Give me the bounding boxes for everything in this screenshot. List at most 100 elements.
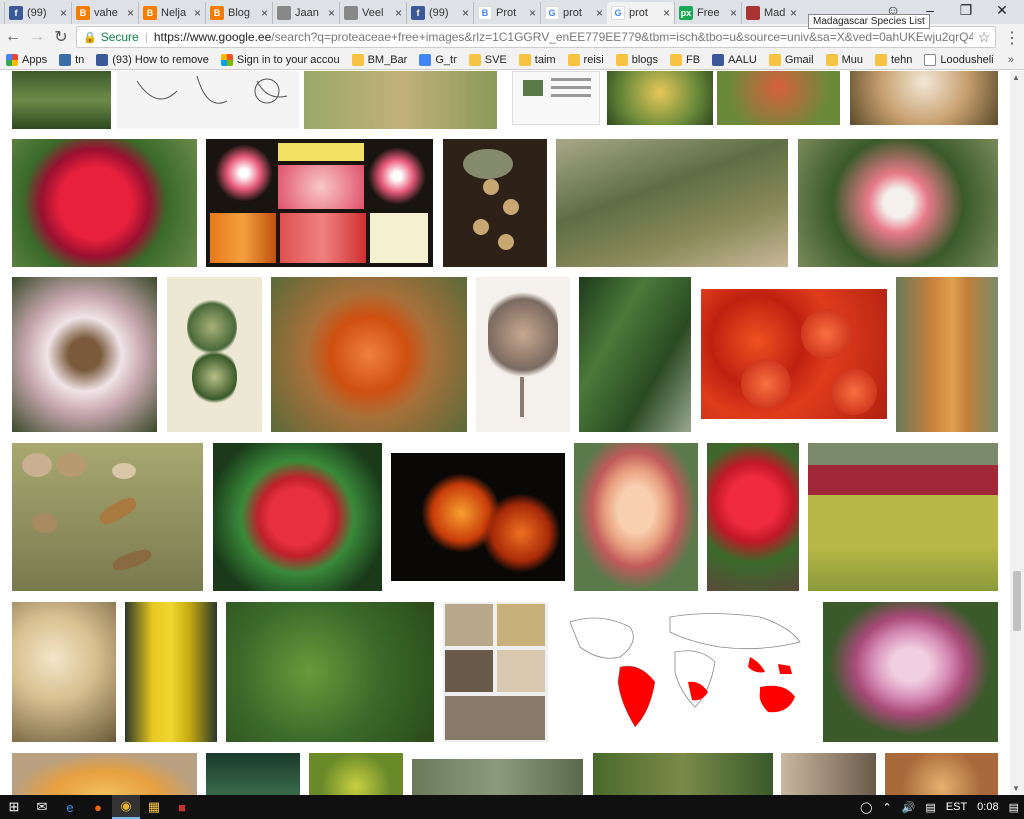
- app-icon[interactable]: ■: [168, 795, 196, 819]
- tab[interactable]: Bvahe ×: [71, 2, 138, 24]
- image-result[interactable]: [781, 753, 876, 795]
- image-result[interactable]: [808, 443, 998, 591]
- image-result[interactable]: [309, 753, 403, 795]
- bookmark-item[interactable]: blogs: [615, 53, 658, 66]
- bookmark-item[interactable]: reisi: [567, 53, 604, 66]
- bookmark-item[interactable]: BM_Bar: [351, 53, 407, 66]
- network-icon[interactable]: ▤: [925, 801, 935, 814]
- bookmark-item[interactable]: Apps: [6, 53, 47, 66]
- image-result[interactable]: [12, 139, 197, 267]
- menu-dots-icon[interactable]: ⋮: [1004, 28, 1020, 48]
- scroll-up-arrow-icon[interactable]: ▲: [1012, 73, 1020, 82]
- image-result[interactable]: [12, 602, 116, 742]
- edge-browser-icon[interactable]: e: [56, 795, 84, 819]
- bookmark-item[interactable]: Gmail: [768, 53, 814, 66]
- image-result[interactable]: [701, 289, 887, 419]
- bookmark-item[interactable]: SVE: [468, 53, 507, 66]
- bookmark-item[interactable]: Sign in to your accou: [220, 53, 340, 66]
- image-result[interactable]: [476, 277, 570, 432]
- image-result[interactable]: [12, 753, 197, 795]
- close-icon[interactable]: ×: [261, 6, 268, 20]
- image-result[interactable]: [213, 443, 382, 591]
- image-result[interactable]: [167, 277, 262, 432]
- bookmark-item[interactable]: tn: [59, 53, 84, 66]
- page-scrollbar[interactable]: ▲ ▼: [1010, 71, 1024, 795]
- bookmark-item[interactable]: taim: [518, 53, 556, 66]
- image-result[interactable]: [798, 139, 998, 267]
- forward-arrow-icon[interactable]: →: [26, 26, 48, 48]
- reload-icon[interactable]: ↻: [50, 26, 72, 48]
- back-arrow-icon[interactable]: ←: [2, 26, 24, 48]
- tab[interactable]: B Nelja ×: [138, 2, 205, 24]
- scroll-down-arrow-icon[interactable]: ▼: [1012, 784, 1020, 793]
- close-icon[interactable]: ×: [790, 6, 797, 20]
- bookmark-item[interactable]: tehn: [874, 53, 912, 66]
- image-result[interactable]: [593, 753, 773, 795]
- address-bar[interactable]: 🔒 Secure | https://www.google.ee /search…: [76, 26, 996, 48]
- close-icon[interactable]: ×: [596, 6, 603, 20]
- notifications-icon[interactable]: ▤: [1009, 801, 1019, 814]
- image-result[interactable]: [579, 277, 691, 432]
- image-result[interactable]: [574, 443, 698, 591]
- tab[interactable]: Veel ×: [339, 2, 406, 24]
- close-window-button[interactable]: ✕: [984, 0, 1020, 20]
- image-result[interactable]: [707, 443, 799, 591]
- bookmark-item[interactable]: G_tr: [419, 53, 457, 66]
- bookmark-item[interactable]: Muu: [825, 53, 863, 66]
- bookmark-item[interactable]: Loodusheli: [924, 53, 994, 66]
- bookmark-item[interactable]: AALU: [712, 53, 757, 66]
- clock[interactable]: 0:08: [977, 801, 998, 813]
- file-explorer-icon[interactable]: ▦: [140, 795, 168, 819]
- tab[interactable]: f (99) ×: [406, 2, 473, 24]
- close-icon[interactable]: ×: [127, 6, 134, 20]
- restore-button[interactable]: ❐: [948, 0, 984, 20]
- image-result[interactable]: [304, 71, 497, 129]
- people-icon[interactable]: ◯: [860, 801, 872, 814]
- image-result[interactable]: [12, 443, 203, 591]
- image-result[interactable]: [206, 139, 433, 267]
- close-icon[interactable]: ×: [395, 6, 402, 20]
- image-result[interactable]: [12, 71, 111, 129]
- close-icon[interactable]: ×: [60, 6, 67, 20]
- image-result[interactable]: [556, 139, 788, 267]
- close-icon[interactable]: ×: [462, 6, 469, 20]
- tab[interactable]: B Prot ×: [473, 2, 540, 24]
- scrollbar-thumb[interactable]: [1013, 571, 1021, 631]
- image-result[interactable]: [12, 277, 157, 432]
- image-result[interactable]: [206, 753, 300, 795]
- tab[interactable]: px Free ×: [674, 2, 741, 24]
- image-result[interactable]: [226, 602, 434, 742]
- image-result[interactable]: [823, 602, 998, 742]
- tab[interactable]: Mad ×: [741, 2, 801, 24]
- image-result[interactable]: [443, 602, 548, 742]
- chrome-icon[interactable]: ◉: [112, 795, 140, 819]
- image-result[interactable]: [271, 277, 467, 432]
- language-indicator[interactable]: EST: [946, 801, 967, 813]
- image-result[interactable]: [512, 71, 600, 125]
- image-result[interactable]: [885, 753, 998, 795]
- image-result[interactable]: [412, 759, 583, 795]
- tab[interactable]: B Blog ×: [205, 2, 272, 24]
- image-result[interactable]: [607, 71, 713, 125]
- close-icon[interactable]: ×: [730, 6, 737, 20]
- image-result[interactable]: [717, 71, 840, 125]
- start-windows-icon[interactable]: ⊞: [0, 795, 28, 819]
- chevron-up-icon[interactable]: ⌃: [882, 801, 891, 814]
- close-icon[interactable]: ×: [663, 6, 670, 20]
- tab[interactable]: Gprot ×: [540, 2, 607, 24]
- image-result[interactable]: [850, 71, 998, 125]
- image-result[interactable]: [560, 602, 814, 742]
- image-result[interactable]: [125, 602, 217, 742]
- bookmark-star-icon[interactable]: ☆: [973, 29, 995, 46]
- bookmark-item[interactable]: (93) How to remove: [96, 53, 209, 66]
- tab[interactable]: Jaan ×: [272, 2, 339, 24]
- volume-icon[interactable]: 🔊: [902, 801, 916, 814]
- tab[interactable]: f (99) ×: [4, 2, 71, 24]
- image-result[interactable]: [117, 71, 299, 129]
- firefox-icon[interactable]: ●: [84, 795, 112, 819]
- close-icon[interactable]: ×: [529, 6, 536, 20]
- image-result[interactable]: [391, 453, 565, 581]
- chevron-more-icon[interactable]: »: [1008, 54, 1014, 66]
- close-icon[interactable]: ×: [328, 6, 335, 20]
- mail-icon[interactable]: ✉: [28, 795, 56, 819]
